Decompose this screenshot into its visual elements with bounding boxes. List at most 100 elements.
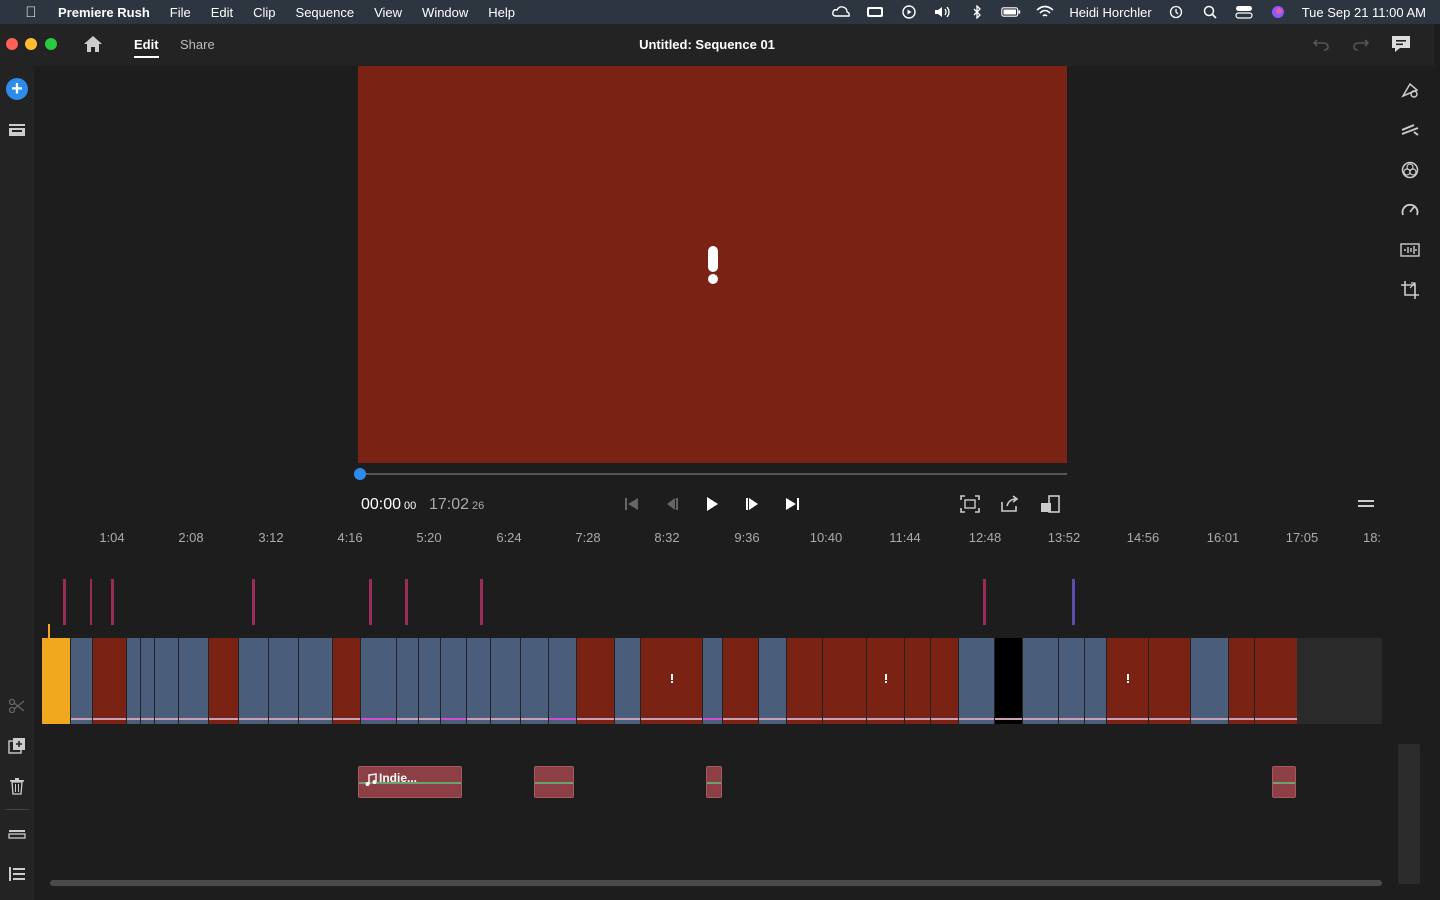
user-name[interactable]: Heidi Horchler <box>1069 5 1151 20</box>
audio-clip[interactable] <box>534 766 574 798</box>
volume-icon[interactable] <box>933 5 953 19</box>
menu-window[interactable]: Window <box>422 5 468 20</box>
timeline-marker[interactable] <box>1072 579 1075 625</box>
wifi-icon[interactable] <box>1035 5 1055 19</box>
timeline-ruler[interactable]: 1:04 2:08 3:12 4:16 5:20 6:24 7:28 8:32 … <box>42 526 1382 554</box>
timeline-horizontal-scrollbar[interactable] <box>50 880 1382 886</box>
spotlight-search-icon[interactable] <box>1200 5 1220 19</box>
video-clip[interactable] <box>360 638 396 724</box>
time-machine-icon[interactable] <box>1166 5 1186 19</box>
redo-icon[interactable] <box>1352 36 1370 57</box>
timeline-marker[interactable] <box>63 579 66 625</box>
timeline-playhead[interactable] <box>42 624 70 724</box>
add-media-button[interactable]: + <box>6 78 28 100</box>
video-clip[interactable] <box>786 638 822 724</box>
video-clip[interactable] <box>154 638 178 724</box>
track-list-icon[interactable] <box>5 862 29 886</box>
video-clip[interactable] <box>1022 638 1058 724</box>
video-clip[interactable] <box>440 638 466 724</box>
delete-trash-icon[interactable] <box>5 774 29 798</box>
timeline-marker[interactable] <box>369 579 372 625</box>
duplicate-clip-icon[interactable] <box>5 734 29 758</box>
audio-icon[interactable] <box>1398 238 1422 262</box>
go-to-end-icon[interactable] <box>781 493 803 515</box>
bluetooth-icon[interactable] <box>967 5 987 19</box>
control-center-icon[interactable] <box>1234 5 1254 19</box>
timeline-marker[interactable] <box>405 579 408 625</box>
video-track[interactable] <box>42 638 1382 724</box>
video-clip[interactable] <box>614 638 640 724</box>
app-name-menu[interactable]: Premiere Rush <box>58 5 150 20</box>
video-clip[interactable] <box>1084 638 1106 724</box>
video-clip[interactable] <box>466 638 490 724</box>
menu-clip[interactable]: Clip <box>253 5 275 20</box>
audio-clip[interactable]: Indie... <box>358 766 462 798</box>
menubar-clock[interactable]: Tue Sep 21 11:00 AM <box>1302 5 1426 20</box>
menu-sequence[interactable]: Sequence <box>296 5 355 20</box>
video-clip[interactable] <box>268 638 298 724</box>
video-clip[interactable] <box>298 638 332 724</box>
crop-transform-icon[interactable] <box>1398 278 1422 302</box>
video-clip[interactable] <box>958 638 994 724</box>
program-monitor[interactable] <box>358 66 1067 463</box>
split-clip-icon[interactable] <box>5 694 29 718</box>
siri-icon[interactable] <box>1268 5 1288 19</box>
timeline-marker[interactable] <box>480 579 483 625</box>
hamburger-menu-icon[interactable] <box>1357 497 1375 511</box>
video-clip[interactable] <box>640 638 702 724</box>
video-clip[interactable] <box>1148 638 1190 724</box>
fit-to-screen-icon[interactable] <box>959 493 981 515</box>
play-circle-icon[interactable] <box>899 5 919 19</box>
share-frame-icon[interactable] <box>999 493 1021 515</box>
video-clip[interactable] <box>866 638 904 724</box>
video-clip[interactable] <box>994 638 1022 724</box>
audio-clip[interactable] <box>706 766 722 798</box>
timeline-marker[interactable] <box>252 579 255 625</box>
video-clip[interactable] <box>576 638 614 724</box>
undo-icon[interactable] <box>1312 36 1330 57</box>
battery-icon[interactable] <box>1001 5 1021 19</box>
video-clip[interactable] <box>332 638 360 724</box>
video-clip[interactable] <box>702 638 722 724</box>
video-clip[interactable] <box>1058 638 1084 724</box>
scrubber-handle[interactable] <box>354 468 366 480</box>
titles-graphics-icon[interactable] <box>1398 78 1422 102</box>
aspect-ratio-icon[interactable] <box>1039 493 1061 515</box>
preview-scrubber[interactable] <box>354 468 1067 480</box>
timeline-vertical-scrollbar[interactable] <box>1398 744 1420 884</box>
project-media-icon[interactable] <box>5 118 29 142</box>
battery-status-icon[interactable] <box>865 5 885 19</box>
video-clip[interactable] <box>1228 638 1254 724</box>
video-clip[interactable] <box>396 638 418 724</box>
comments-icon[interactable] <box>1390 34 1412 54</box>
video-clip[interactable] <box>520 638 548 724</box>
creative-cloud-icon[interactable] <box>831 5 851 19</box>
video-clip[interactable] <box>1190 638 1228 724</box>
video-clip[interactable] <box>758 638 786 724</box>
video-clip[interactable] <box>70 638 92 724</box>
color-effects-icon[interactable] <box>1398 158 1422 182</box>
video-clip[interactable] <box>822 638 866 724</box>
video-clip[interactable] <box>238 638 268 724</box>
video-clip[interactable] <box>1254 638 1297 724</box>
video-clip[interactable] <box>92 638 126 724</box>
timeline-marker[interactable] <box>983 579 986 625</box>
step-back-icon[interactable] <box>661 493 683 515</box>
video-clip[interactable] <box>178 638 208 724</box>
apple-menu-icon[interactable]:  <box>20 4 42 21</box>
video-clip[interactable] <box>490 638 520 724</box>
video-clip[interactable] <box>722 638 758 724</box>
track-controls-icon[interactable] <box>5 822 29 846</box>
menu-file[interactable]: File <box>170 5 191 20</box>
video-clip[interactable] <box>904 638 930 724</box>
video-clip[interactable] <box>1106 638 1148 724</box>
speed-icon[interactable] <box>1398 198 1422 222</box>
play-button[interactable] <box>701 493 723 515</box>
step-forward-icon[interactable] <box>741 493 763 515</box>
menu-help[interactable]: Help <box>488 5 515 20</box>
menu-edit[interactable]: Edit <box>211 5 233 20</box>
video-clip[interactable] <box>140 638 154 724</box>
video-clip[interactable] <box>208 638 238 724</box>
timeline-marker[interactable] <box>90 579 92 625</box>
video-clip[interactable] <box>930 638 958 724</box>
